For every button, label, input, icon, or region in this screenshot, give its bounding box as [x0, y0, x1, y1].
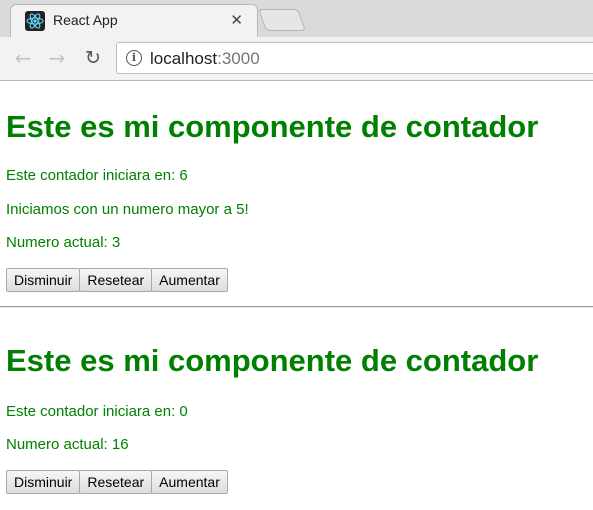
counter-heading: Este es mi componente de contador [6, 343, 539, 378]
info-icon[interactable]: i [126, 50, 142, 66]
increase-button[interactable]: Aumentar [151, 268, 228, 292]
tab-react-app[interactable]: React App ✕ [10, 4, 258, 37]
back-arrow-icon[interactable]: ← [12, 47, 34, 69]
reset-button[interactable]: Resetear [79, 268, 153, 292]
tab-title: React App [53, 12, 118, 28]
decrease-button[interactable]: Disminuir [6, 470, 81, 494]
initial-value-text: Este contador iniciara en: 6 [6, 167, 188, 184]
current-value-text: Numero actual: 3 [6, 234, 121, 251]
increase-button[interactable]: Aumentar [151, 470, 228, 494]
initial-value-text: Este contador iniciara en: 0 [6, 403, 188, 420]
new-tab-button[interactable] [257, 9, 307, 31]
current-value-text: Numero actual: 16 [6, 436, 129, 453]
react-icon [25, 11, 45, 31]
forward-arrow-icon[interactable]: → [46, 47, 68, 69]
reset-button[interactable]: Resetear [79, 470, 153, 494]
page-viewport: Este es mi componente de contador Este c… [0, 82, 593, 510]
greater-than-five-text: Iniciamos con un numero mayor a 5! [6, 201, 249, 218]
counter-heading: Este es mi componente de contador [6, 109, 539, 144]
reload-icon[interactable]: ↻ [82, 47, 104, 69]
decrease-button[interactable]: Disminuir [6, 268, 81, 292]
url-text[interactable]: localhost:3000 [150, 49, 260, 69]
url-port: :3000 [217, 49, 260, 68]
divider [0, 306, 593, 308]
browser-toolbar: ← → ↻ i localhost:3000 [0, 37, 593, 81]
address-bar[interactable]: i localhost:3000 [116, 42, 593, 74]
close-icon[interactable]: ✕ [230, 12, 243, 30]
url-host: localhost [150, 49, 218, 68]
counter-buttons: Disminuir Resetear Aumentar [6, 470, 228, 494]
counter-buttons: Disminuir Resetear Aumentar [6, 268, 228, 292]
tab-strip: React App ✕ [0, 0, 593, 37]
